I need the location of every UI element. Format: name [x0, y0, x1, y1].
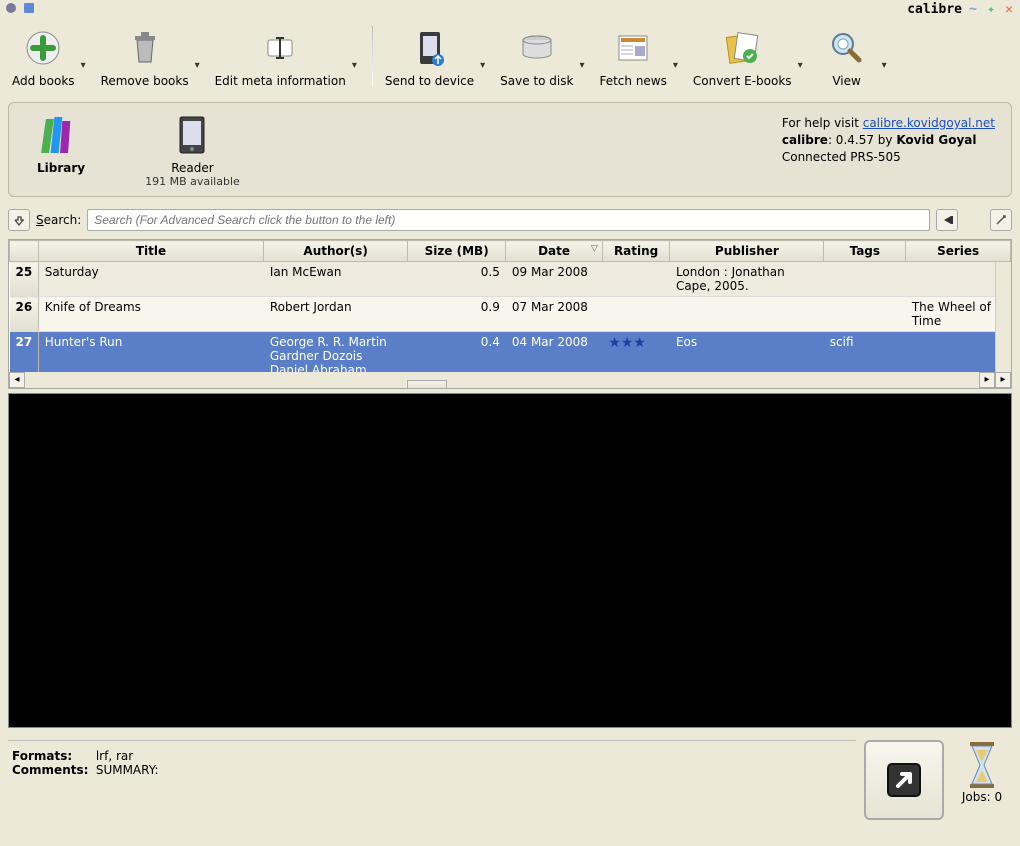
star-icon: ★★★ — [608, 335, 646, 351]
add-books-dropdown[interactable]: ▾ — [81, 42, 95, 71]
reader-device[interactable]: Reader 191 MB available — [145, 111, 240, 188]
table-row[interactable]: 25SaturdayIan McEwan0.509 Mar 2008London… — [10, 262, 1011, 297]
device-panel: Library Reader 191 MB available For help… — [8, 102, 1012, 197]
app-name: calibre — [907, 2, 962, 17]
view-dropdown[interactable]: ▾ — [882, 42, 896, 71]
convert-dropdown[interactable]: ▾ — [798, 42, 812, 71]
add-books-icon — [19, 24, 67, 72]
fetch-news-label: Fetch news — [599, 74, 666, 88]
help-link[interactable]: calibre.kovidgoyal.net — [863, 116, 995, 130]
open-external-button[interactable] — [864, 740, 944, 820]
titlebar: calibre ~ ✦ ✕ — [0, 0, 1020, 18]
config-button[interactable] — [990, 209, 1012, 231]
reader-label: Reader — [145, 161, 240, 175]
column-header-series[interactable]: Series — [906, 241, 1011, 262]
view-button[interactable]: View — [812, 22, 882, 90]
fetch-news-dropdown[interactable]: ▾ — [673, 42, 687, 71]
search-input[interactable] — [87, 209, 930, 231]
column-header-publisher[interactable]: Publisher — [670, 241, 824, 262]
add-books-button[interactable]: Add books — [6, 22, 81, 90]
hourglass-icon — [962, 740, 1002, 790]
convert-label: Convert E-books — [693, 74, 792, 88]
formats-value: lrf, rar — [96, 749, 133, 763]
metadata-box: Formats: lrf, rar Comments: SUMMARY: — [8, 740, 856, 785]
library-icon — [37, 111, 85, 159]
search-row: SSearch:earch: — [0, 205, 1020, 235]
scroll-right-end-button[interactable]: ▸ — [995, 372, 1011, 388]
library-device[interactable]: Library — [37, 111, 85, 188]
column-header-rownum[interactable] — [10, 241, 39, 262]
help-box: For help visit calibre.kovidgoyal.net ca… — [774, 111, 1003, 169]
sort-indicator-icon: ▽ — [591, 244, 598, 254]
book-icon — [22, 1, 36, 18]
edit-meta-dropdown[interactable]: ▾ — [352, 42, 366, 71]
add-books-label: Add books — [12, 74, 75, 88]
bottom-bar: Formats: lrf, rar Comments: SUMMARY: Job… — [0, 732, 1020, 828]
minimize-button[interactable]: ~ — [966, 2, 980, 17]
toolbar-separator — [372, 26, 373, 86]
remove-books-label: Remove books — [101, 74, 189, 88]
jobs-box[interactable]: Jobs: 0 — [952, 740, 1012, 804]
save-disk-button[interactable]: Save to disk — [494, 22, 579, 90]
maximize-button[interactable]: ✦ — [984, 2, 998, 17]
app-icon — [4, 1, 18, 18]
remove-books-icon — [121, 24, 169, 72]
save-disk-label: Save to disk — [500, 74, 573, 88]
remove-books-dropdown[interactable]: ▾ — [195, 42, 209, 71]
send-device-button[interactable]: Send to device — [379, 22, 480, 90]
view-label: View — [832, 74, 860, 88]
send-device-label: Send to device — [385, 74, 474, 88]
book-table: TitleAuthor(s)Size (MB)Date▽RatingPublis… — [8, 239, 1012, 389]
fetch-news-button[interactable]: Fetch news — [593, 22, 672, 90]
convert-icon — [718, 24, 766, 72]
send-device-icon — [406, 24, 454, 72]
scroll-left-button[interactable]: ◂ — [9, 372, 25, 388]
scroll-thumb[interactable] — [407, 380, 447, 389]
preview-pane — [8, 393, 1012, 728]
close-button[interactable]: ✕ — [1002, 2, 1016, 17]
jobs-label: Jobs: 0 — [952, 790, 1012, 804]
comments-value: SUMMARY: — [96, 763, 159, 777]
table-row[interactable]: 26Knife of DreamsRobert Jordan0.907 Mar … — [10, 297, 1011, 332]
formats-label: Formats: — [12, 749, 92, 763]
fetch-news-icon — [609, 24, 657, 72]
save-disk-dropdown[interactable]: ▾ — [579, 42, 593, 71]
reader-sub: 191 MB available — [145, 175, 240, 188]
library-label: Library — [37, 161, 85, 175]
column-header-date[interactable]: Date▽ — [506, 241, 602, 262]
edit-meta-icon — [256, 24, 304, 72]
edit-meta-label: Edit meta information — [215, 74, 346, 88]
vertical-scrollbar[interactable] — [995, 262, 1011, 372]
send-device-dropdown[interactable]: ▾ — [480, 42, 494, 71]
horizontal-scrollbar[interactable]: ◂ ▸ ▸ — [9, 372, 1011, 388]
column-header-tags[interactable]: Tags — [824, 241, 906, 262]
column-header-title[interactable]: Title — [38, 241, 264, 262]
column-header-size-mb-[interactable]: Size (MB) — [407, 241, 505, 262]
reader-icon — [168, 111, 216, 159]
clear-search-button[interactable] — [936, 209, 958, 231]
edit-meta-button[interactable]: Edit meta information — [209, 22, 352, 90]
convert-button[interactable]: Convert E-books — [687, 22, 798, 90]
column-header-rating[interactable]: Rating — [602, 241, 670, 262]
advanced-search-button[interactable] — [8, 209, 30, 231]
toolbar: Add books ▾ Remove books ▾ Edit meta informa… — [0, 18, 1020, 94]
search-label: SSearch:earch: — [36, 213, 81, 227]
column-header-author-s-[interactable]: Author(s) — [264, 241, 408, 262]
remove-books-button[interactable]: Remove books — [95, 22, 195, 90]
scroll-right-button[interactable]: ▸ — [979, 372, 995, 388]
view-icon — [823, 24, 871, 72]
save-disk-icon — [513, 24, 561, 72]
comments-label: Comments: — [12, 763, 92, 777]
